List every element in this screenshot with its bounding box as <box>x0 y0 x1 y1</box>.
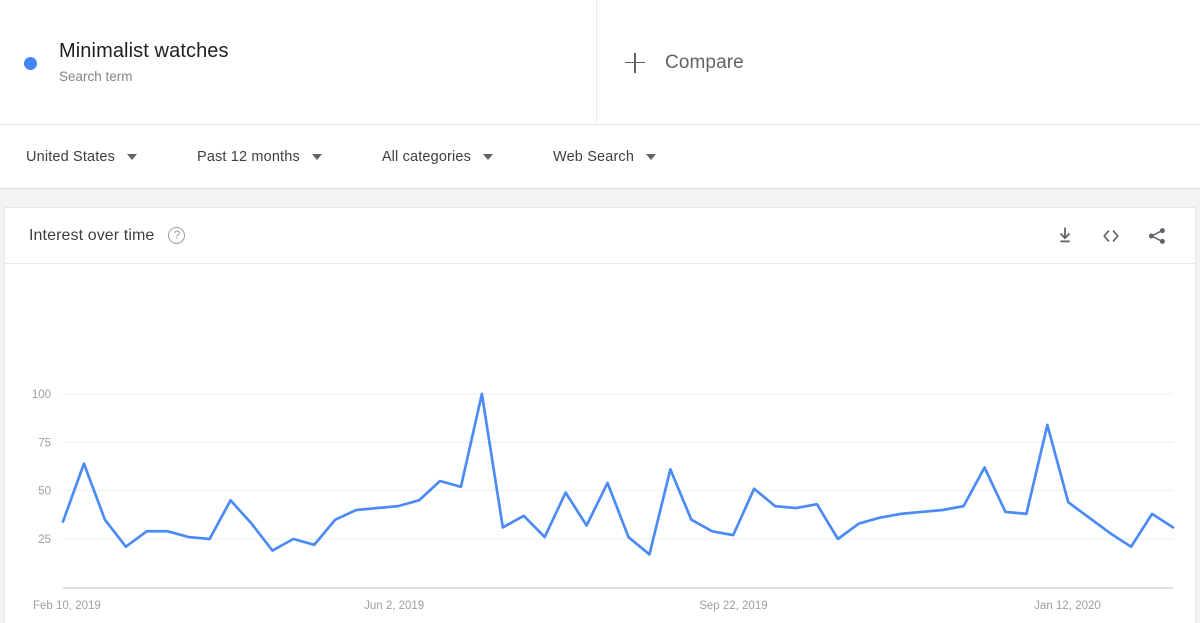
search-term-subtitle: Search term <box>59 69 133 84</box>
x-axis-tick-label: Feb 10, 2019 <box>33 600 101 612</box>
chevron-down-icon <box>483 153 494 160</box>
filters-bar: United States Past 12 months All categor… <box>0 125 1200 189</box>
share-icon[interactable] <box>1145 224 1169 248</box>
x-axis-tick-label: Sep 22, 2019 <box>699 600 767 612</box>
chart-plot-area[interactable]: 100 75 50 25 Feb 10, 2019 Jun 2, 2019 Sep 22, … <box>5 264 1197 623</box>
filter-category-label: All categories <box>381 148 472 165</box>
filter-location[interactable]: United States <box>26 149 137 165</box>
download-icon[interactable] <box>1053 224 1077 248</box>
filter-time-range-label: Past 12 months <box>197 148 300 165</box>
y-axis-tick-label: 50 <box>38 486 51 498</box>
filter-search-type-label: Web Search <box>553 148 635 165</box>
y-axis-tick-label: 25 <box>38 534 51 546</box>
embed-code-icon[interactable] <box>1099 224 1123 248</box>
series-line <box>61 392 1175 556</box>
y-axis-tick-label: 75 <box>38 437 51 449</box>
x-axis-tick-label: Jun 2, 2019 <box>364 600 424 612</box>
chevron-down-icon <box>127 153 137 160</box>
series-dot <box>24 57 37 70</box>
compare-label: Compare <box>665 51 744 73</box>
filter-category[interactable]: All categories <box>381 148 494 165</box>
filter-time-range[interactable]: Past 12 months <box>197 149 322 165</box>
search-term-card[interactable]: Minimalist watches Search term <box>0 0 597 125</box>
filter-location-label: United States <box>26 148 115 165</box>
help-icon[interactable]: ? <box>168 227 186 244</box>
card-header: Interest over time ? <box>5 208 1195 264</box>
x-axis-tick-label: Jan 12, 2020 <box>1034 600 1101 612</box>
interest-over-time-chart: 100 75 50 25 Feb 10, 2019 Jun 2, 2019 Sep 22, … <box>32 389 1175 612</box>
filter-search-type[interactable]: Web Search <box>553 148 657 165</box>
search-term-title: Minimalist watches <box>59 40 229 62</box>
interest-over-time-card: Interest over time ? 100 75 50 25 Feb 10… <box>4 207 1196 623</box>
google-trends-page: Minimalist watches Search term Compare U… <box>0 0 1200 623</box>
compare-button[interactable]: Compare <box>597 0 1200 125</box>
search-term-text: Minimalist watches Search term <box>59 38 229 87</box>
chevron-down-icon <box>646 153 657 160</box>
page-title: Interest over time <box>29 226 155 244</box>
plus-icon <box>625 52 645 73</box>
y-axis-tick-label: 100 <box>32 389 51 401</box>
section-gap <box>0 189 1200 206</box>
chevron-down-icon <box>311 153 322 160</box>
search-terms-bar: Minimalist watches Search term Compare <box>0 0 1200 125</box>
